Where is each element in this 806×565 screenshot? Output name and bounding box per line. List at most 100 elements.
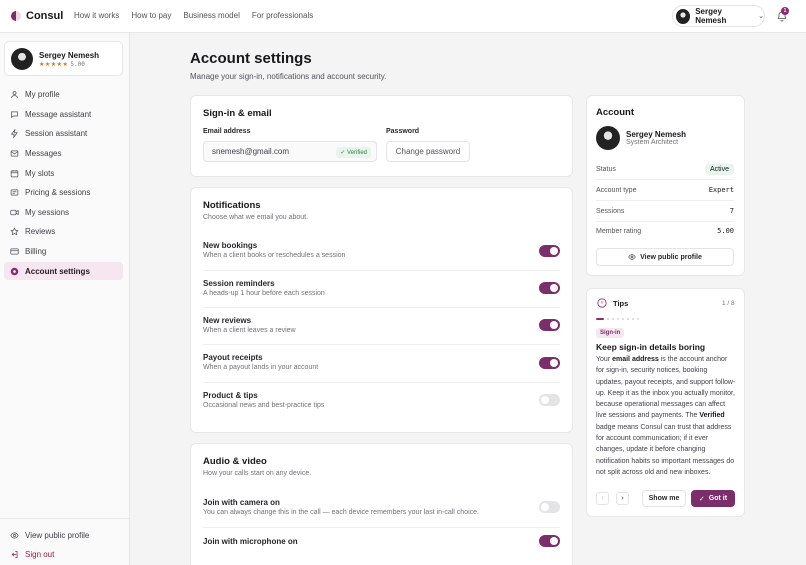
account-name: Sergey Nemesh xyxy=(626,130,687,139)
divider xyxy=(596,179,734,180)
microphone-toggle[interactable] xyxy=(539,535,560,547)
card-icon xyxy=(10,248,19,254)
product-tips-toggle[interactable] xyxy=(539,394,560,406)
rating-value: 5.00 xyxy=(70,61,85,68)
toggle-knob xyxy=(550,321,558,329)
row-label: Account type xyxy=(596,186,637,194)
chevron-down-icon: ⌄ xyxy=(758,13,764,20)
sidebar-item-account-settings[interactable]: Account settings xyxy=(4,262,123,280)
signin-title: Sign-in & email xyxy=(203,108,272,119)
chevron-right-icon: › xyxy=(621,495,624,502)
nav-how-to-pay[interactable]: How to pay xyxy=(131,11,171,20)
profile-name: Sergey Nemesh xyxy=(39,51,100,60)
sidebar-item-label: My slots xyxy=(25,168,55,178)
toggle-knob xyxy=(541,396,549,404)
logo[interactable]: Consul xyxy=(11,10,63,22)
nav-business-model[interactable]: Business model xyxy=(183,11,239,20)
password-label: Password xyxy=(386,128,420,135)
logo-text: Consul xyxy=(26,10,64,22)
chevron-left-icon: ‹ xyxy=(601,495,604,502)
receipt-icon xyxy=(10,189,19,195)
sidebar-item-messages[interactable]: Messages xyxy=(4,144,123,162)
progress-dot xyxy=(627,318,629,320)
sidebar: Sergey Nemesh ★★★★★ 5.00 My profile Messa… xyxy=(0,33,130,565)
divider xyxy=(0,518,130,519)
sign-out-button[interactable]: Sign out xyxy=(4,545,123,563)
tips-bold: Verified xyxy=(699,412,725,420)
top-nav: How it works How to pay Business model F… xyxy=(74,11,313,20)
sidebar-item-label: Message assistant xyxy=(25,109,92,119)
tips-progress xyxy=(596,318,639,320)
sidebar-item-message-assistant[interactable]: Message assistant xyxy=(4,105,123,123)
progress-dot xyxy=(632,318,634,320)
gear-icon xyxy=(10,267,19,275)
session-reminders-toggle[interactable] xyxy=(539,282,560,294)
status-badge: Active xyxy=(704,163,734,175)
sidebar-item-label: View public profile xyxy=(25,530,90,540)
tips-title: Tips xyxy=(613,299,629,308)
tips-next-button[interactable]: › xyxy=(616,492,629,505)
row-desc: You can always change this in the call —… xyxy=(203,509,479,516)
divider xyxy=(203,527,560,528)
payout-receipts-toggle[interactable] xyxy=(539,357,560,369)
chat-icon xyxy=(11,111,18,118)
sidebar-item-my-slots[interactable]: My slots xyxy=(4,164,123,182)
check-icon: ✓ xyxy=(698,495,705,503)
user-menu-button[interactable]: Sergey Nemesh ⌄ xyxy=(672,5,765,27)
notification-badge: 1 xyxy=(781,7,789,15)
page-title: Account settings xyxy=(190,50,312,67)
progress-dot xyxy=(607,318,609,320)
sidebar-item-reviews[interactable]: Reviews xyxy=(4,222,123,240)
row-title: New bookings xyxy=(203,241,258,250)
nav-how-it-works[interactable]: How it works xyxy=(74,11,119,20)
tips-heading: Keep sign-in details boring xyxy=(596,342,706,352)
logo-icon xyxy=(11,11,21,21)
progress-dot xyxy=(612,318,614,320)
divider xyxy=(203,382,560,383)
sidebar-item-pricing-sessions[interactable]: Pricing & sessions xyxy=(4,183,123,201)
email-label: Email address xyxy=(203,128,251,135)
view-public-profile-button[interactable]: View public profile xyxy=(596,248,734,266)
account-row-type: Account type Expert xyxy=(596,181,734,199)
divider xyxy=(203,344,560,345)
tips-text: Your xyxy=(596,356,613,363)
toggle-knob xyxy=(550,247,558,255)
sidebar-item-label: Session assistant xyxy=(25,128,88,138)
row-label: Member rating xyxy=(596,227,642,235)
sidebar-item-my-profile[interactable]: My profile xyxy=(4,85,123,103)
user-name: Sergey Nemesh xyxy=(695,7,727,25)
new-reviews-toggle[interactable] xyxy=(539,319,560,331)
row-title: Join with microphone on xyxy=(203,537,298,546)
notifications-subtitle: Choose what we email you about. xyxy=(203,214,309,221)
rating-stars-icon: ★★★★★ xyxy=(39,62,69,68)
email-field[interactable]: snemesh@gmail.com ✓ Verified xyxy=(203,141,377,162)
sidebar-item-session-assistant[interactable]: Session assistant xyxy=(4,124,123,142)
row-title: Session reminders xyxy=(203,279,275,288)
page-subtitle: Manage your sign-in, notifications and a… xyxy=(190,72,387,81)
row-value: 7 xyxy=(729,207,734,215)
new-bookings-toggle[interactable] xyxy=(539,245,560,257)
camera-toggle[interactable] xyxy=(539,501,560,513)
account-title: Account xyxy=(596,107,634,118)
avatar xyxy=(596,126,620,150)
row-title: Join with camera on xyxy=(203,498,280,507)
row-title: Product & tips xyxy=(203,391,258,400)
change-password-button[interactable]: Change password xyxy=(386,141,470,162)
sidebar-item-label: Reviews xyxy=(25,226,56,236)
sidebar-view-public-profile[interactable]: View public profile xyxy=(4,526,123,544)
nav-for-professionals[interactable]: For professionals xyxy=(252,11,313,20)
divider xyxy=(203,270,560,271)
bolt-icon xyxy=(10,128,18,138)
profile-card[interactable]: Sergey Nemesh ★★★★★ 5.00 xyxy=(4,41,123,76)
calendar-icon xyxy=(10,169,19,177)
sidebar-item-label: My sessions xyxy=(25,207,70,217)
divider xyxy=(203,307,560,308)
got-it-button[interactable]: ✓ Got it xyxy=(691,490,735,507)
tips-prev-button[interactable]: ‹ xyxy=(596,492,609,505)
show-me-button[interactable]: Show me xyxy=(642,490,686,507)
sidebar-item-label: Pricing & sessions xyxy=(25,187,91,197)
sidebar-item-billing[interactable]: Billing xyxy=(4,242,123,260)
sidebar-item-my-sessions[interactable]: My sessions xyxy=(4,203,123,221)
eye-icon xyxy=(628,254,636,260)
tips-counter: 1 / 8 xyxy=(722,300,735,307)
